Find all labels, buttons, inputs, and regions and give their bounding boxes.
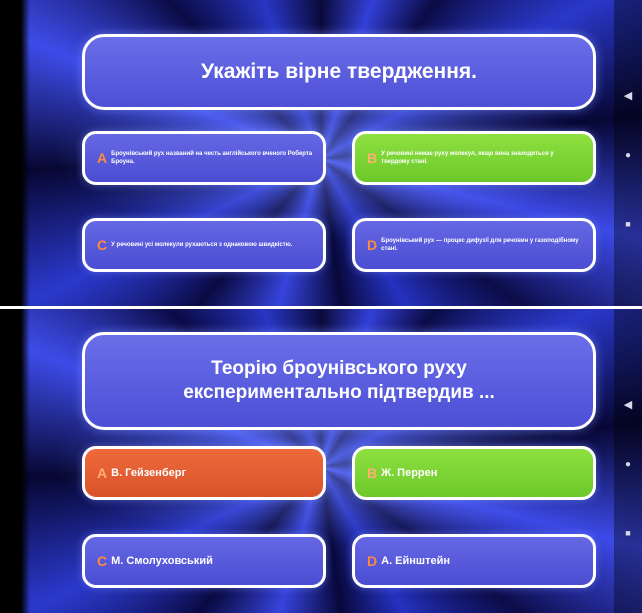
back-icon[interactable]: ◀: [621, 90, 635, 102]
home-icon[interactable]: ●: [621, 150, 635, 162]
answer-d-button[interactable]: D Броунівський рух — процес дифузії для …: [352, 218, 596, 272]
answer-letter: A: [97, 465, 108, 481]
answer-d-button[interactable]: D А. Ейнштейн: [352, 534, 596, 588]
answer-letter: A: [97, 150, 108, 166]
answer-c-button[interactable]: C М. Смолуховський: [82, 534, 326, 588]
answer-a-button[interactable]: A В. Гейзенберг: [82, 446, 326, 500]
answer-text: Ж. Перрен: [381, 467, 438, 479]
back-icon[interactable]: ◀: [621, 399, 635, 411]
left-edge-shadow: [0, 309, 30, 613]
answer-c-button[interactable]: C У речовині усі молекули рухаються з од…: [82, 218, 326, 272]
answer-letter: C: [97, 237, 108, 253]
home-icon[interactable]: ●: [621, 459, 635, 471]
answer-text: М. Смолуховський: [111, 555, 213, 567]
question-panel: Теорію броунівського руху експерименталь…: [82, 332, 596, 430]
answer-a-button[interactable]: A Броунівський рух названий на честь анг…: [82, 131, 326, 185]
answer-b-button[interactable]: B Ж. Перрен: [352, 446, 596, 500]
left-edge-shadow: [0, 0, 30, 306]
answer-letter: B: [367, 150, 378, 166]
answer-text: А. Ейнштейн: [381, 555, 451, 567]
answer-letter: C: [97, 553, 108, 569]
system-nav-bar: ◀ ● ■: [614, 0, 642, 306]
answer-letter: D: [367, 237, 378, 253]
quiz-screen-2: Теорію броунівського руху експерименталь…: [0, 309, 642, 613]
question-panel: Укажіть вірне твердження.: [82, 34, 596, 110]
answer-text: Броунівський рух — процес дифузії для ре…: [381, 238, 579, 252]
recent-apps-icon[interactable]: ■: [621, 218, 635, 230]
question-text: Укажіть вірне твердження.: [201, 60, 477, 83]
answer-text: В. Гейзенберг: [111, 467, 187, 479]
answer-text: У речовині немає руху молекул, якщо вона…: [381, 151, 554, 165]
recent-apps-icon[interactable]: ■: [621, 527, 635, 539]
question-text: Теорію броунівського руху експерименталь…: [183, 358, 495, 403]
quiz-screen-1: Укажіть вірне твердження. A Броунівський…: [0, 0, 642, 306]
answer-letter: D: [367, 553, 378, 569]
answer-text: У речовині усі молекули рухаються з одна…: [111, 242, 293, 248]
system-nav-bar: ◀ ● ■: [614, 309, 642, 613]
answer-text: Броунівський рух названий на честь англі…: [111, 151, 313, 165]
answer-b-button[interactable]: B У речовині немає руху молекул, якщо во…: [352, 131, 596, 185]
answer-letter: B: [367, 465, 378, 481]
